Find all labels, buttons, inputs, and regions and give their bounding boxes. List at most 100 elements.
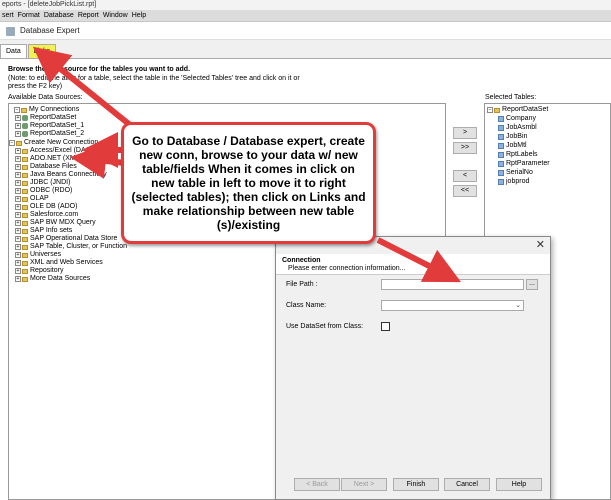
- expand-icon[interactable]: +: [15, 204, 21, 210]
- folder-icon: [22, 156, 28, 162]
- collapse-icon[interactable]: −: [14, 107, 20, 113]
- instruction-callout: Go to Database / Database expert, create…: [121, 122, 376, 244]
- expand-icon[interactable]: +: [15, 123, 21, 129]
- browse-button[interactable]: ...: [526, 279, 538, 290]
- expand-icon[interactable]: +: [15, 268, 21, 274]
- folder-icon: [22, 180, 28, 186]
- close-icon[interactable]: ✕: [536, 239, 545, 251]
- tree-item-reportdataset-2[interactable]: + ReportDataSet_2: [15, 130, 84, 138]
- selected-table-item[interactable]: RptParameter: [498, 160, 550, 168]
- tree-item-java-beans[interactable]: + Java Beans Connectivity: [15, 171, 107, 179]
- use-dataset-checkbox[interactable]: [381, 322, 390, 331]
- folder-icon: [22, 172, 28, 178]
- selected-table-item[interactable]: JobMtl: [498, 142, 527, 150]
- next-button[interactable]: Next >: [341, 478, 387, 491]
- folder-icon: [22, 212, 28, 218]
- expand-icon[interactable]: +: [15, 156, 21, 162]
- tree-item-sap-info-sets[interactable]: + SAP Info sets: [15, 227, 72, 235]
- folder-icon: [16, 140, 22, 146]
- file-path-label: File Path :: [286, 281, 318, 288]
- tree-item-jdbc-jndi[interactable]: + JDBC (JNDI): [15, 179, 70, 187]
- selected-root-reportdataset[interactable]: − ReportDataSet: [487, 106, 548, 114]
- tree-item-ado-net-xml[interactable]: + ADO.NET (XML): [15, 155, 82, 163]
- expand-icon[interactable]: +: [15, 252, 21, 258]
- menu-format[interactable]: Format: [16, 10, 42, 21]
- tree-item-create-new-connection[interactable]: − Create New Connection: [9, 139, 98, 147]
- collapse-icon[interactable]: −: [9, 140, 15, 146]
- selected-table-item[interactable]: jobprod: [498, 178, 529, 186]
- tree-item-sap-bw-mdx[interactable]: + SAP BW MDX Query: [15, 219, 96, 227]
- expand-icon[interactable]: +: [15, 220, 21, 226]
- expand-icon[interactable]: +: [15, 196, 21, 202]
- expand-icon[interactable]: +: [15, 276, 21, 282]
- folder-icon: [22, 260, 28, 266]
- expand-icon[interactable]: +: [15, 260, 21, 266]
- folder-icon: [22, 228, 28, 234]
- folder-icon: [22, 268, 28, 274]
- expand-icon[interactable]: +: [15, 115, 21, 121]
- tree-item-reportdataset[interactable]: + ReportDataSet: [15, 114, 76, 122]
- file-path-input[interactable]: [381, 279, 524, 290]
- tree-item-reportdataset-1[interactable]: + ReportDataSet_1: [15, 122, 84, 130]
- database-expert-icon: [6, 27, 15, 36]
- help-button[interactable]: Help: [496, 478, 542, 491]
- move-all-left-button[interactable]: <<: [453, 185, 477, 197]
- finish-button[interactable]: Finish: [393, 478, 439, 491]
- tree-item-universes[interactable]: + Universes: [15, 251, 61, 259]
- expand-icon[interactable]: +: [15, 228, 21, 234]
- selected-table-item[interactable]: RptLabels: [498, 151, 538, 159]
- back-button[interactable]: < Back: [294, 478, 340, 491]
- table-icon: [498, 161, 504, 167]
- tree-item-my-connections[interactable]: − My Connections: [14, 106, 79, 114]
- expand-icon[interactable]: +: [15, 180, 21, 186]
- menu-help[interactable]: Help: [130, 10, 148, 21]
- expand-icon[interactable]: +: [15, 172, 21, 178]
- folder-icon: [22, 164, 28, 170]
- tree-item-repository[interactable]: + Repository: [15, 267, 63, 275]
- tab-links[interactable]: Links: [27, 44, 57, 58]
- tree-item-access-excel[interactable]: + Access/Excel (DAO): [15, 147, 93, 155]
- connection-heading: Connection: [282, 257, 321, 264]
- move-all-right-button[interactable]: >>: [453, 142, 477, 154]
- dialog-title: Database Expert: [20, 26, 80, 35]
- tree-item-sap-table[interactable]: + SAP Table, Cluster, or Function: [15, 243, 127, 251]
- class-name-select[interactable]: ⌄: [381, 300, 524, 311]
- cancel-button[interactable]: Cancel: [444, 478, 490, 491]
- available-sources-label: Available Data Sources:: [8, 94, 83, 101]
- tree-item-olap[interactable]: + OLAP: [15, 195, 49, 203]
- folder-icon: [22, 204, 28, 210]
- menu-database[interactable]: Database: [42, 10, 76, 21]
- expand-icon[interactable]: +: [15, 164, 21, 170]
- expand-icon[interactable]: +: [15, 148, 21, 154]
- tree-item-more-data-sources[interactable]: + More Data Sources: [15, 275, 90, 283]
- table-icon: [498, 152, 504, 158]
- selected-table-item[interactable]: SerialNo: [498, 169, 533, 177]
- tree-item-xml-web-services[interactable]: + XML and Web Services: [15, 259, 103, 267]
- folder-icon: [22, 252, 28, 258]
- menu-window[interactable]: Window: [101, 10, 130, 21]
- collapse-icon[interactable]: −: [487, 107, 493, 113]
- selected-table-item[interactable]: JobAsmbl: [498, 124, 537, 132]
- tree-item-sap-ods[interactable]: + SAP Operational Data Store: [15, 235, 117, 243]
- selected-table-item[interactable]: Company: [498, 115, 536, 123]
- expand-icon[interactable]: +: [15, 236, 21, 242]
- menu-insert[interactable]: sert: [0, 10, 16, 21]
- dataset-icon: [22, 131, 28, 137]
- selected-table-item[interactable]: JobBin: [498, 133, 527, 141]
- tree-item-database-files[interactable]: + Database Files: [15, 163, 77, 171]
- instructions-heading: Browse the data source for the tables yo…: [8, 66, 191, 73]
- tree-item-ole-db-ado[interactable]: + OLE DB (ADO): [15, 203, 77, 211]
- tree-item-salesforce[interactable]: + Salesforce.com: [15, 211, 78, 219]
- tree-item-odbc-rdo[interactable]: + ODBC (RDO): [15, 187, 72, 195]
- expand-icon[interactable]: +: [15, 212, 21, 218]
- expand-icon[interactable]: +: [15, 131, 21, 137]
- table-icon: [498, 116, 504, 122]
- folder-icon: [22, 188, 28, 194]
- tab-data[interactable]: Data: [0, 44, 27, 58]
- move-right-button[interactable]: >: [453, 127, 477, 139]
- menu-report[interactable]: Report: [76, 10, 101, 21]
- expand-icon[interactable]: +: [15, 188, 21, 194]
- folder-icon: [22, 148, 28, 154]
- expand-icon[interactable]: +: [15, 244, 21, 250]
- move-left-button[interactable]: <: [453, 170, 477, 182]
